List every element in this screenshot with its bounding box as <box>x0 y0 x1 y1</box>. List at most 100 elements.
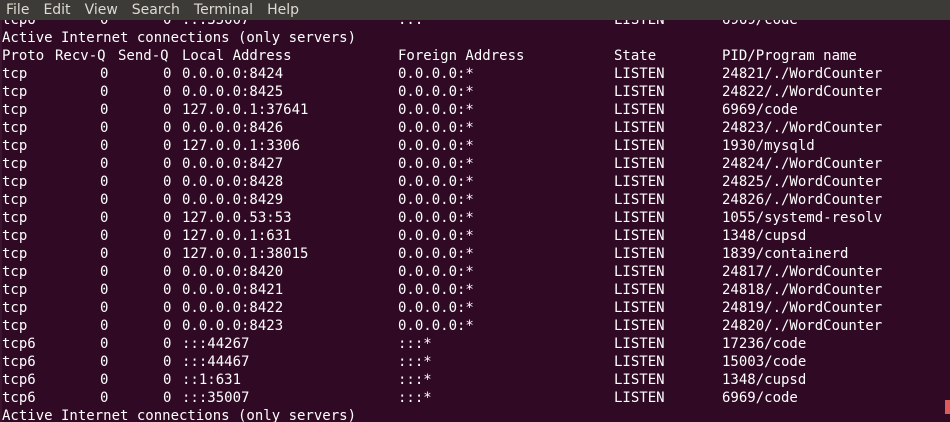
header-recvq: Recv-Q <box>55 48 106 64</box>
menu-help[interactable]: Help <box>261 0 307 20</box>
cell-proto: tcp6 <box>2 390 36 406</box>
cell-proto: tcp <box>2 84 28 100</box>
cell-proto: tcp <box>2 66 28 82</box>
cell-local: 0.0.0.0:8423 <box>182 318 284 334</box>
cell-local: 0.0.0.0:8428 <box>182 174 284 190</box>
cell-foreign: 0.0.0.0:* <box>398 66 474 82</box>
cell-state: LISTEN <box>614 390 665 406</box>
cell-state: LISTEN <box>614 354 665 370</box>
cell-local: 0.0.0.0:8420 <box>182 264 284 280</box>
cell-proto: tcp6 <box>2 336 36 352</box>
table-row: tcp 0 0 0.0.0.0:8422 0.0.0.0:* LISTEN 24819/./… <box>2 299 948 317</box>
cell-local: 0.0.0.0:8426 <box>182 120 284 136</box>
table-row: tcp 0 0 0.0.0.0:8424 0.0.0.0:* LISTEN 24821/./… <box>2 65 948 83</box>
cell-foreign: :::* <box>398 372 432 388</box>
table-row: tcp 0 0 0.0.0.0:8423 0.0.0.0:* LISTEN 24820/./… <box>2 317 948 335</box>
cell-local: 127.0.0.1:3306 <box>182 138 301 154</box>
connection-rows: tcp 0 0 0.0.0.0:8424 0.0.0.0:* LISTEN 24821/./… <box>2 65 948 407</box>
clipped-bottom-heading: Active Internet connections (only server… <box>2 408 357 422</box>
cell-recvq: 0 <box>100 66 109 82</box>
cell-foreign: 0.0.0.0:* <box>398 210 474 226</box>
cell-foreign: 0.0.0.0:* <box>398 102 474 118</box>
cell-proto: tcp6 <box>2 372 36 388</box>
cell-state: LISTEN <box>614 228 665 244</box>
cell-proto: tcp <box>2 264 28 280</box>
cell-sendq: 0 <box>163 336 172 352</box>
cell-local: 127.0.0.1:631 <box>182 228 292 244</box>
terminal-output[interactable]: tcp6 0 0 :::35007 :::* LISTEN 6969/code … <box>2 11 948 422</box>
cell-proto: tcp <box>2 156 28 172</box>
cell-state: LISTEN <box>614 192 665 208</box>
table-row: tcp 0 0 0.0.0.0:8420 0.0.0.0:* LISTEN 24817/./… <box>2 263 948 281</box>
cell-proto: tcp <box>2 174 28 190</box>
cell-sendq: 0 <box>163 282 172 298</box>
cell-state: LISTEN <box>614 156 665 172</box>
cell-recvq: 0 <box>100 246 109 262</box>
terminal-left-edge <box>0 11 2 422</box>
cell-pid: 1348/cupsd <box>722 372 807 388</box>
table-row: tcp6 0 0:::44467:::* LISTEN 15003/code <box>2 353 948 371</box>
cell-proto: tcp <box>2 210 28 226</box>
cell-proto: tcp <box>2 246 28 262</box>
cell-state: LISTEN <box>614 246 665 262</box>
section-heading: Active Internet connections (only server… <box>2 30 357 46</box>
cell-pid: 24819/./WordCounter <box>722 300 883 316</box>
cell-state: LISTEN <box>614 336 665 352</box>
header-local: Local Address <box>182 48 292 64</box>
cell-proto: tcp <box>2 192 28 208</box>
cell-pid: 1839/containerd <box>722 246 849 262</box>
cell-pid: 1055/systemd-resolv <box>722 210 883 226</box>
menu-terminal[interactable]: Terminal <box>188 0 261 20</box>
cell-foreign: 0.0.0.0:* <box>398 192 474 208</box>
cell-state: LISTEN <box>614 174 665 190</box>
table-row: tcp 0 0 127.0.0.1:631 0.0.0.0:* LISTEN 1348/cu… <box>2 227 948 245</box>
cell-pid: 24817/./WordCounter <box>722 264 883 280</box>
cell-recvq: 0 <box>100 228 109 244</box>
cell-sendq: 0 <box>163 120 172 136</box>
cell-sendq: 0 <box>163 354 172 370</box>
cell-local: 0.0.0.0:8425 <box>182 84 284 100</box>
header-foreign: Foreign Address <box>398 48 525 64</box>
table-row: tcp 0 0 0.0.0.0:8426 0.0.0.0:* LISTEN 24823/./… <box>2 119 948 137</box>
table-row: tcp 0 0 0.0.0.0:8425 0.0.0.0:* LISTEN 24822/./… <box>2 83 948 101</box>
table-row: tcp 0 0 0.0.0.0:8427 0.0.0.0:* LISTEN 24824/./… <box>2 155 948 173</box>
menu-view[interactable]: View <box>79 0 126 20</box>
cell-proto: tcp <box>2 228 28 244</box>
cell-pid: 24826/./WordCounter <box>722 192 883 208</box>
cell-local: 127.0.0.1:37641 <box>182 102 309 118</box>
cell-local: :::35007 <box>182 390 250 406</box>
cell-pid: 6969/code <box>722 390 798 406</box>
cell-sendq: 0 <box>163 210 172 226</box>
cell-state: LISTEN <box>614 120 665 136</box>
cell-local: 0.0.0.0:8421 <box>182 282 284 298</box>
cell-state: LISTEN <box>614 300 665 316</box>
cell-foreign: 0.0.0.0:* <box>398 228 474 244</box>
cell-foreign: 0.0.0.0:* <box>398 120 474 136</box>
header-state: State <box>614 48 657 64</box>
table-row: tcp 0 0 0.0.0.0:8429 0.0.0.0:* LISTEN 24826/./… <box>2 191 948 209</box>
cell-state: LISTEN <box>614 66 665 82</box>
cell-recvq: 0 <box>100 174 109 190</box>
header-proto: Proto <box>2 48 45 64</box>
cell-recvq: 0 <box>100 102 109 118</box>
cell-pid: 24825/./WordCounter <box>722 174 883 190</box>
terminal-window: File Edit View Search Terminal Help tcp6… <box>0 0 950 422</box>
menu-file[interactable]: File <box>0 0 37 20</box>
cell-local: 0.0.0.0:8422 <box>182 300 284 316</box>
menubar: File Edit View Search Terminal Help <box>0 0 950 20</box>
menu-edit[interactable]: Edit <box>37 0 78 20</box>
cell-foreign: :::* <box>398 336 432 352</box>
cell-state: LISTEN <box>614 282 665 298</box>
cell-sendq: 0 <box>163 138 172 154</box>
cell-foreign: 0.0.0.0:* <box>398 300 474 316</box>
cell-recvq: 0 <box>100 372 109 388</box>
cell-foreign: 0.0.0.0:* <box>398 318 474 334</box>
cell-sendq: 0 <box>163 246 172 262</box>
cell-foreign: :::* <box>398 390 432 406</box>
menu-search[interactable]: Search <box>126 0 188 20</box>
cell-foreign: 0.0.0.0:* <box>398 246 474 262</box>
cell-recvq: 0 <box>100 84 109 100</box>
terminal-cursor <box>945 400 950 414</box>
table-row: tcp6 0 0:::35007:::* LISTEN 6969/code <box>2 389 948 407</box>
cell-proto: tcp <box>2 102 28 118</box>
